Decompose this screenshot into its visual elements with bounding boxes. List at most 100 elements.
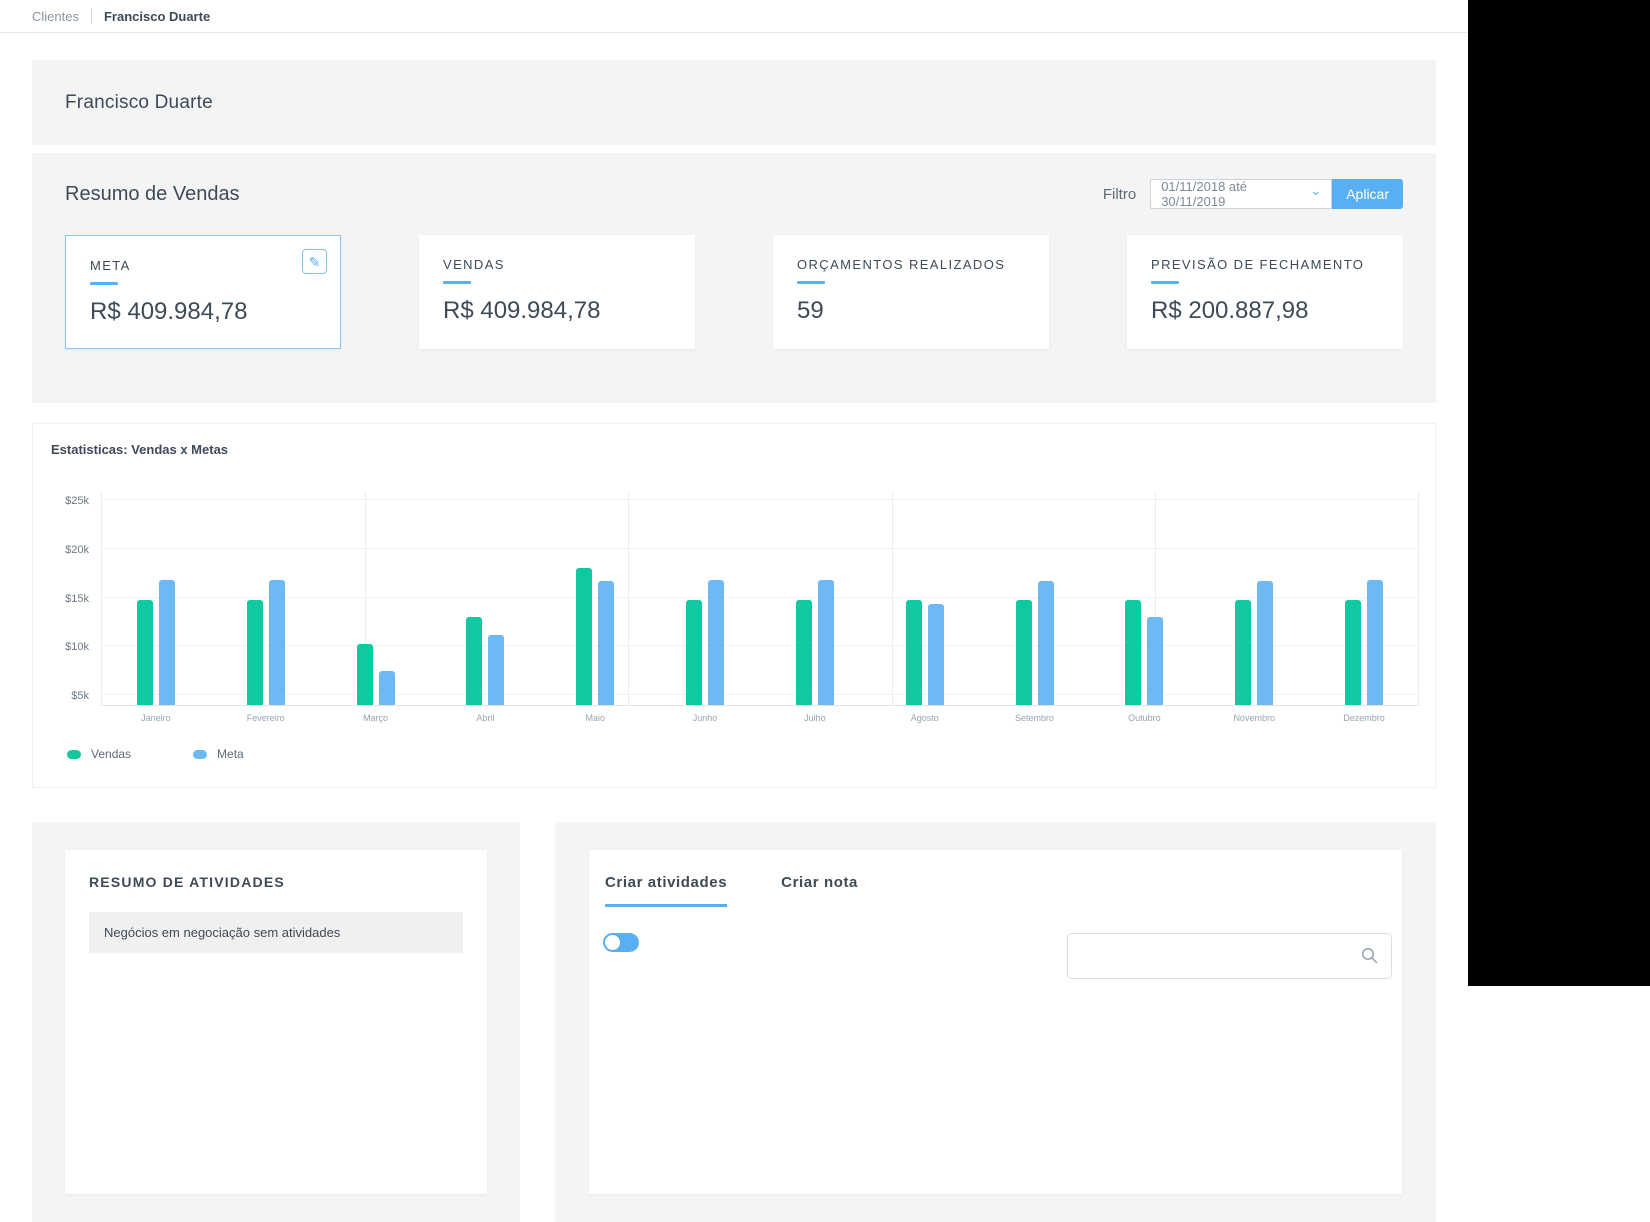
bar-meta-julho <box>818 580 834 705</box>
bar-groups <box>101 491 1419 705</box>
chart-plot <box>101 491 1419 706</box>
breadcrumb-clientes[interactable]: Clientes <box>32 9 79 24</box>
breadcrumb-divider <box>91 8 92 24</box>
bar-group-outubro <box>1089 600 1199 705</box>
stat-cards-row: ✎ META R$ 409.984,78 VENDAS R$ 409.984,7… <box>65 235 1403 349</box>
toggle-knob <box>605 935 620 950</box>
chart-x-axis: JaneiroFevereiroMarçoAbrilMaioJunhoJulho… <box>33 713 1435 723</box>
legend-label-meta: Meta <box>217 747 244 761</box>
app-window: Clientes Francisco Duarte Francisco Duar… <box>0 0 1468 1222</box>
chart-legend: Vendas Meta <box>33 747 1435 761</box>
filter-controls: Filtro 01/11/2018 até 30/11/2019 ⌄ Aplic… <box>1103 179 1403 209</box>
activities-list-item[interactable]: Negócios em negociação sem atividades <box>89 912 463 953</box>
bar-vendas-maio <box>576 568 592 705</box>
stat-card-previsao: PREVISÃO DE FECHAMENTO R$ 200.887,98 <box>1127 235 1403 349</box>
activities-card: RESUMO DE ATIVIDADES Negócios em negocia… <box>65 850 487 1194</box>
y-tick-label: $15k <box>65 593 89 605</box>
toggle-switch[interactable] <box>603 933 639 952</box>
bar-group-setembro <box>980 581 1090 705</box>
stat-card-meta: ✎ META R$ 409.984,78 <box>65 235 341 349</box>
bar-meta-abril <box>488 635 504 705</box>
stat-accent-bar <box>797 281 825 284</box>
bar-group-agosto <box>870 600 980 705</box>
legend-item-vendas: Vendas <box>67 747 131 761</box>
chart-area: $5k $10k $15k $20k $25k <box>33 491 1435 706</box>
stat-value-previsao: R$ 200.887,98 <box>1151 297 1379 325</box>
date-range-value: 01/11/2018 até 30/11/2019 <box>1161 179 1310 209</box>
chevron-down-icon: ⌄ <box>1310 187 1321 195</box>
bar-vendas-agosto <box>906 600 922 705</box>
y-tick-label: $20k <box>65 544 89 556</box>
chart-xlabels: JaneiroFevereiroMarçoAbrilMaioJunhoJulho… <box>101 713 1419 723</box>
x-tick-label: Agosto <box>870 713 980 723</box>
pencil-icon: ✎ <box>309 255 321 269</box>
bar-vendas-fevereiro <box>247 600 263 706</box>
stat-label-orcamentos: ORÇAMENTOS REALIZADOS <box>797 257 1025 272</box>
bar-group-junho <box>650 580 760 705</box>
breadcrumb: Clientes Francisco Duarte <box>0 0 1468 33</box>
bar-vendas-outubro <box>1125 600 1141 705</box>
y-tick-label: $25k <box>65 495 89 507</box>
page-title: Francisco Duarte <box>65 92 213 114</box>
filter-label: Filtro <box>1103 186 1136 203</box>
chart-y-axis: $5k $10k $15k $20k $25k <box>49 491 101 706</box>
y-tick-label: $5k <box>71 690 89 702</box>
activities-title: RESUMO DE ATIVIDADES <box>89 874 463 890</box>
stat-accent-bar <box>1151 281 1179 284</box>
legend-swatch-meta <box>193 750 207 759</box>
bar-vendas-dezembro <box>1345 600 1361 706</box>
tab-criar-atividades[interactable]: Criar atividades <box>605 874 727 907</box>
bar-group-abril <box>430 617 540 705</box>
bar-meta-outubro <box>1147 617 1163 705</box>
bar-vendas-março <box>357 644 373 705</box>
x-tick-label: Maio <box>540 713 650 723</box>
stat-accent-bar <box>443 281 471 284</box>
bar-meta-março <box>379 671 395 705</box>
stat-card-orcamentos: ORÇAMENTOS REALIZADOS 59 <box>773 235 1049 349</box>
stat-label-vendas: VENDAS <box>443 257 671 272</box>
bar-group-maio <box>540 568 650 705</box>
x-tick-label: Dezembro <box>1309 713 1419 723</box>
x-tick-label: Março <box>321 713 431 723</box>
client-header-panel: Francisco Duarte <box>32 60 1436 145</box>
bar-meta-fevereiro <box>269 580 285 705</box>
legend-label-vendas: Vendas <box>91 747 131 761</box>
apply-filter-button[interactable]: Aplicar <box>1332 179 1403 209</box>
stat-value-meta: R$ 409.984,78 <box>90 298 316 326</box>
create-panel: Criar atividades Criar nota <box>555 822 1436 1222</box>
x-tick-label: Janeiro <box>101 713 211 723</box>
y-tick-label: $10k <box>65 641 89 653</box>
sales-summary-header: Resumo de Vendas Filtro 01/11/2018 até 3… <box>65 179 1403 209</box>
create-form-row <box>603 933 1392 979</box>
search-input[interactable] <box>1067 933 1392 979</box>
stat-label-previsao: PREVISÃO DE FECHAMENTO <box>1151 257 1379 272</box>
tab-criar-nota[interactable]: Criar nota <box>781 874 858 907</box>
stat-accent-bar <box>90 282 118 285</box>
stat-value-vendas: R$ 409.984,78 <box>443 297 671 325</box>
date-range-select[interactable]: 01/11/2018 até 30/11/2019 ⌄ <box>1150 179 1332 209</box>
bar-vendas-janeiro <box>137 600 153 706</box>
bar-vendas-julho <box>796 600 812 705</box>
bar-vendas-novembro <box>1235 600 1251 705</box>
activities-panel: RESUMO DE ATIVIDADES Negócios em negocia… <box>32 822 520 1222</box>
bar-meta-maio <box>598 581 614 705</box>
bar-group-janeiro <box>101 580 211 705</box>
bar-meta-junho <box>708 580 724 705</box>
chart-panel: Estatisticas: Vendas x Metas $5k $10k $15k… <box>32 423 1436 788</box>
search-icon <box>1361 947 1378 964</box>
x-tick-label: Novembro <box>1199 713 1309 723</box>
axis-spacer <box>49 713 101 723</box>
sales-summary-panel: Resumo de Vendas Filtro 01/11/2018 até 3… <box>32 153 1436 403</box>
bar-vendas-junho <box>686 600 702 705</box>
stat-card-vendas: VENDAS R$ 409.984,78 <box>419 235 695 349</box>
chart-title: Estatisticas: Vendas x Metas <box>33 442 1435 457</box>
bar-meta-setembro <box>1038 581 1054 705</box>
breadcrumb-current-client: Francisco Duarte <box>104 9 210 24</box>
x-tick-label: Junho <box>650 713 760 723</box>
bar-meta-janeiro <box>159 580 175 705</box>
edit-meta-button[interactable]: ✎ <box>302 249 327 274</box>
x-tick-label: Julho <box>760 713 870 723</box>
bar-meta-novembro <box>1257 581 1273 705</box>
sales-summary-title: Resumo de Vendas <box>65 183 240 206</box>
x-tick-label: Setembro <box>980 713 1090 723</box>
